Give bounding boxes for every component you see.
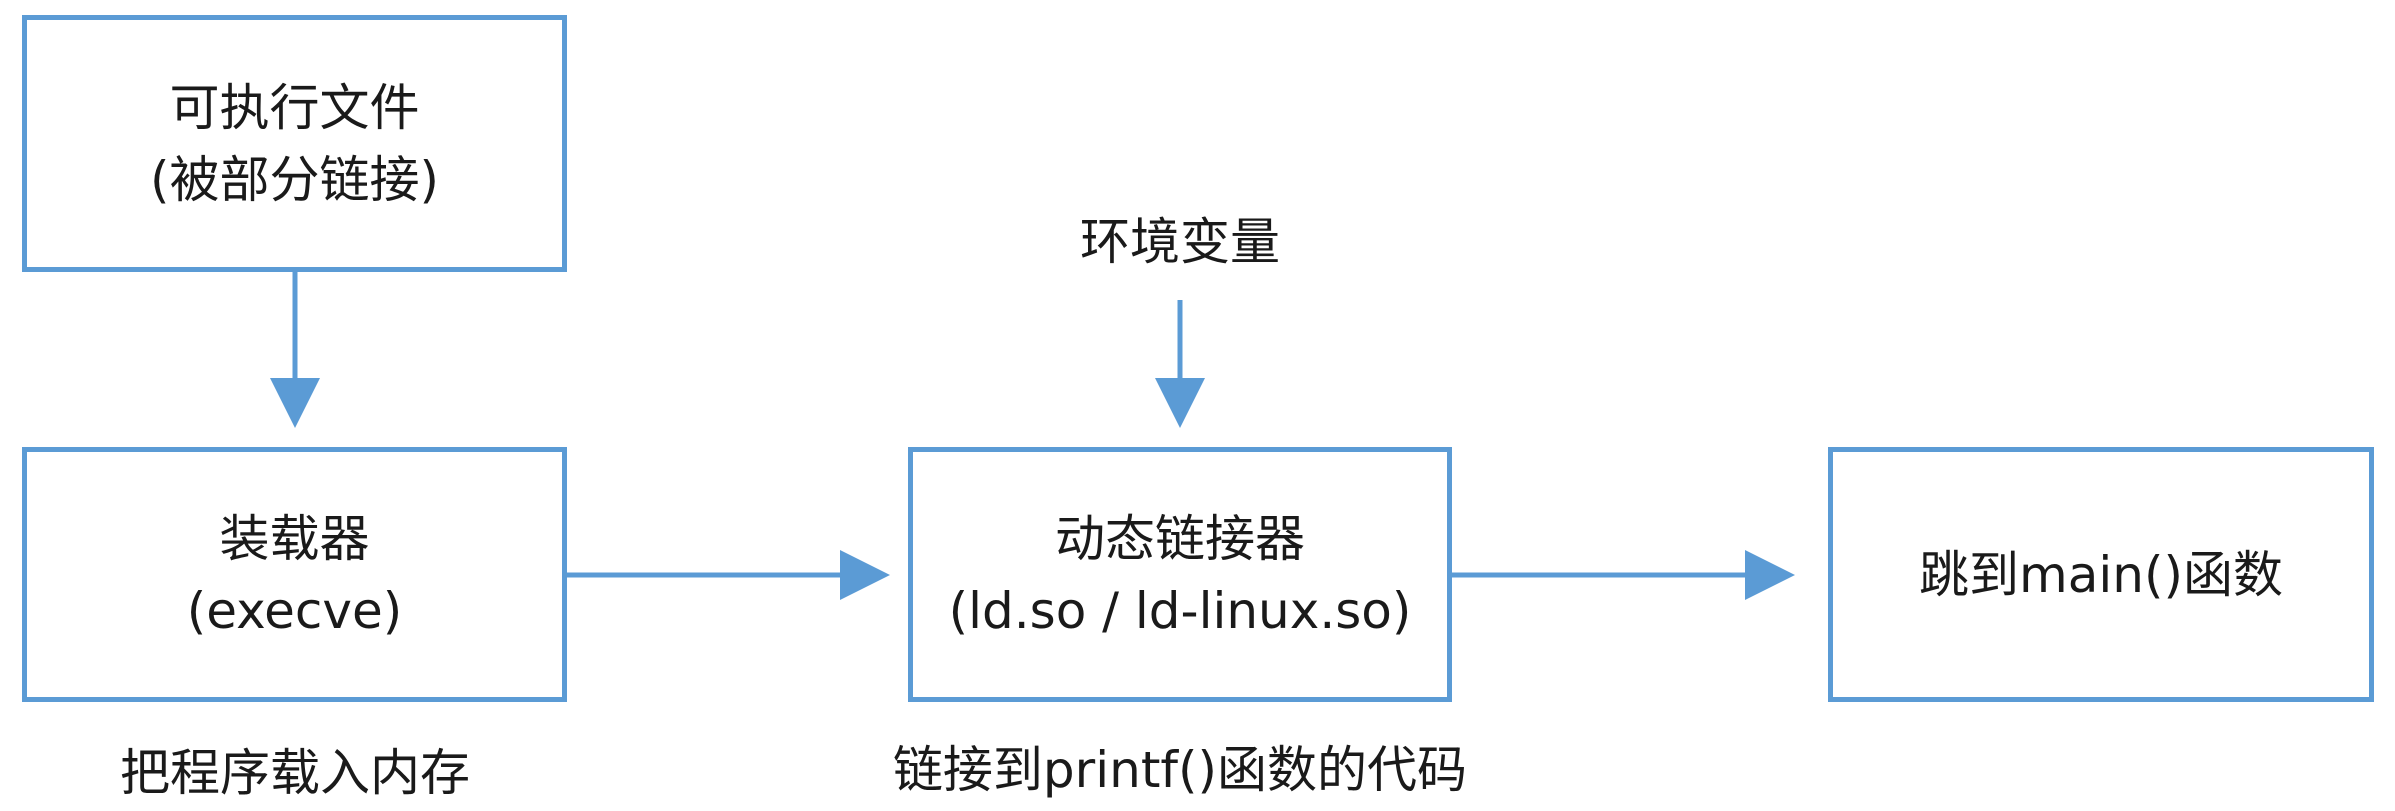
dynamic-linker-box: 动态链接器 (ld.so / ld-linux.so)	[908, 447, 1452, 702]
loader-title: 装载器	[219, 509, 370, 568]
executable-title: 可执行文件	[169, 78, 420, 137]
jump-main-box: 跳到main()函数	[1828, 447, 2374, 702]
load-into-memory-label: 把程序载入内存	[120, 744, 470, 802]
link-printf-label: 链接到printf()函数的代码	[892, 741, 1468, 799]
dynamic-linker-title: 动态链接器	[1055, 509, 1305, 568]
env-vars-label: 环境变量	[1080, 213, 1280, 271]
loader-box: 装载器 (execve)	[22, 447, 567, 702]
executable-box: 可执行文件 (被部分链接)	[22, 15, 567, 272]
executable-subtitle: (被部分链接)	[149, 150, 439, 209]
dynamic-linker-subtitle: (ld.so / ld-linux.so)	[948, 581, 1412, 640]
loader-subtitle: (execve)	[186, 581, 403, 640]
jump-main-title: 跳到main()函数	[1919, 545, 2283, 604]
